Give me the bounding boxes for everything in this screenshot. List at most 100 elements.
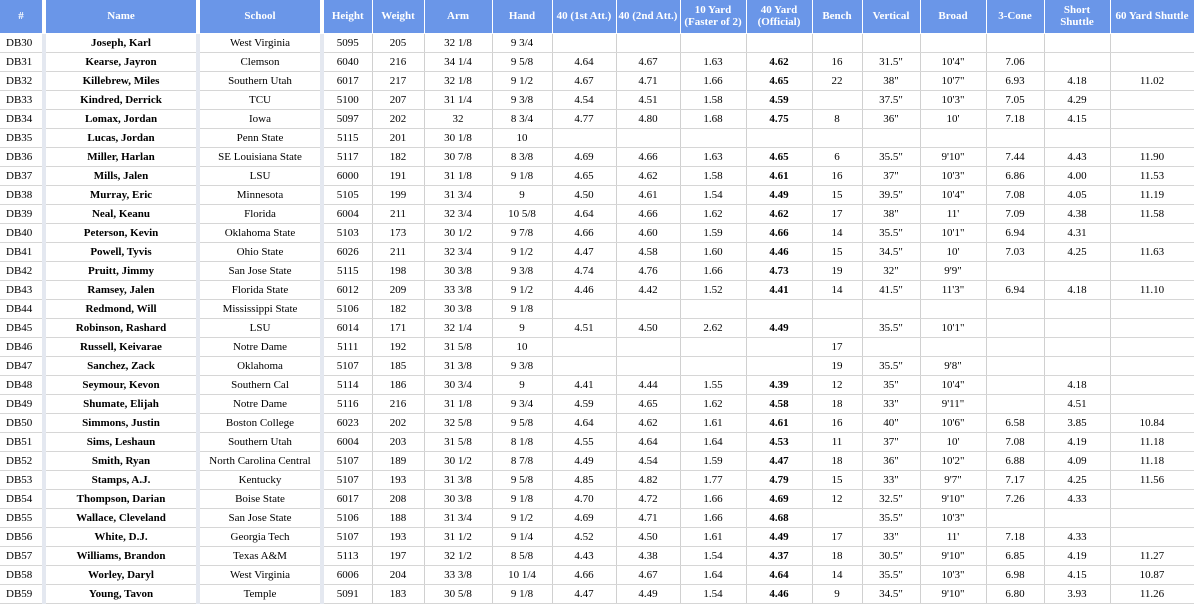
forty-official-cell: 4.79 [746,470,813,490]
forty-first-attempt-cell: 4.41 [552,375,617,395]
vertical-jump-cell: 35.5" [862,356,921,376]
height-cell: 6014 [322,318,373,338]
player-id-cell: DB51 [0,432,46,452]
school-cell: Ohio State [198,242,324,262]
bench-reps-cell: 15 [812,470,863,490]
forty-second-attempt-cell: 4.51 [616,90,681,110]
bench-reps-cell: 16 [812,166,863,186]
vertical-jump-cell: 33" [862,527,921,547]
sixty-yard-shuttle-cell [1110,394,1194,414]
short-shuttle-cell: 4.15 [1044,565,1111,585]
short-shuttle-cell [1044,128,1111,148]
ten-yard-split-cell [680,33,747,53]
vertical-jump-cell: 37" [862,432,921,452]
height-cell: 5115 [322,128,373,148]
arm-length-cell: 31 1/4 [424,90,493,110]
forty-official-cell [746,337,813,357]
player-name-cell: Young, Tavon [44,584,200,604]
short-shuttle-cell: 3.85 [1044,413,1111,433]
height-cell: 5115 [322,261,373,281]
three-cone-cell [986,318,1045,338]
school-cell: Minnesota [198,185,324,205]
broad-jump-cell: 11' [920,204,987,224]
height-cell: 6012 [322,280,373,300]
bench-reps-cell: 15 [812,242,863,262]
forty-first-attempt-cell: 4.59 [552,394,617,414]
short-shuttle-cell: 4.05 [1044,185,1111,205]
forty-official-cell: 4.53 [746,432,813,452]
arm-length-cell: 32 1/8 [424,33,493,53]
forty-second-attempt-cell: 4.62 [616,166,681,186]
weight-cell: 208 [372,489,425,509]
sixty-yard-shuttle-cell [1110,356,1194,376]
player-id-cell: DB58 [0,565,46,585]
hand-size-cell: 9 5/8 [492,470,553,490]
player-id-cell: DB48 [0,375,46,395]
school-cell: Georgia Tech [198,527,324,547]
broad-jump-cell: 10'1" [920,318,987,338]
sixty-yard-shuttle-cell [1110,109,1194,129]
ten-yard-split-cell: 1.66 [680,489,747,509]
three-cone-cell: 7.18 [986,109,1045,129]
ten-yard-split-cell [680,337,747,357]
col-number-header: # [0,0,46,34]
table-row: DB35 Lucas, Jordan Penn State 5115 201 30 1/8… [0,128,1194,148]
weight-cell: 202 [372,413,425,433]
three-cone-cell: 7.05 [986,90,1045,110]
table-header: # Name School Height Weight Arm Hand 40 (1st At… [0,0,1194,34]
arm-length-cell: 31 5/8 [424,337,493,357]
broad-jump-cell: 9'7" [920,470,987,490]
sixty-yard-shuttle-cell: 11.10 [1110,280,1194,300]
ten-yard-split-cell: 1.68 [680,109,747,129]
forty-first-attempt-cell: 4.74 [552,261,617,281]
ten-yard-split-cell [680,356,747,376]
school-cell: LSU [198,166,324,186]
school-cell: Clemson [198,52,324,72]
short-shuttle-cell: 3.93 [1044,584,1111,604]
broad-jump-cell: 10' [920,242,987,262]
forty-first-attempt-cell: 4.70 [552,489,617,509]
vertical-jump-cell: 34.5" [862,584,921,604]
three-cone-cell: 7.09 [986,204,1045,224]
player-name-cell: Lomax, Jordan [44,109,200,129]
school-cell: Southern Cal [198,375,324,395]
height-cell: 6006 [322,565,373,585]
short-shuttle-cell [1044,52,1111,72]
forty-first-attempt-cell: 4.64 [552,52,617,72]
vertical-jump-cell: 36" [862,451,921,471]
player-id-cell: DB43 [0,280,46,300]
forty-official-cell: 4.46 [746,584,813,604]
col-10-yard-header: 10 Yard (Faster of 2) [680,0,747,34]
forty-second-attempt-cell: 4.61 [616,185,681,205]
school-cell: SE Louisiana State [198,147,324,167]
forty-first-attempt-cell: 4.52 [552,527,617,547]
ten-yard-split-cell: 1.64 [680,565,747,585]
forty-first-attempt-cell: 4.55 [552,432,617,452]
bench-reps-cell: 18 [812,546,863,566]
table-row: DB57 Williams, Brandon Texas A&M 5113 197 32 … [0,546,1194,566]
forty-second-attempt-cell: 4.54 [616,451,681,471]
arm-length-cell: 31 3/4 [424,508,493,528]
forty-official-cell: 4.61 [746,413,813,433]
short-shuttle-cell [1044,299,1111,319]
three-cone-cell [986,375,1045,395]
school-cell: San Jose State [198,508,324,528]
vertical-jump-cell [862,299,921,319]
forty-official-cell: 4.41 [746,280,813,300]
weight-cell: 173 [372,223,425,243]
table-row: DB47 Sanchez, Zack Oklahoma 5107 185 31 3/8 9 … [0,356,1194,376]
broad-jump-cell: 9'10" [920,147,987,167]
col-broad-header: Broad [920,0,987,34]
broad-jump-cell: 11' [920,527,987,547]
player-name-cell: Mills, Jalen [44,166,200,186]
height-cell: 5100 [322,90,373,110]
three-cone-cell: 6.93 [986,71,1045,91]
forty-first-attempt-cell: 4.51 [552,318,617,338]
three-cone-cell: 6.85 [986,546,1045,566]
bench-reps-cell: 17 [812,204,863,224]
three-cone-cell [986,337,1045,357]
ten-yard-split-cell: 2.62 [680,318,747,338]
table-body: DB30 Joseph, Karl West Virginia 5095 205 32 1… [0,33,1194,604]
table-row: DB41 Powell, Tyvis Ohio State 6026 211 32 3/4… [0,242,1194,262]
col-weight-header: Weight [372,0,425,34]
